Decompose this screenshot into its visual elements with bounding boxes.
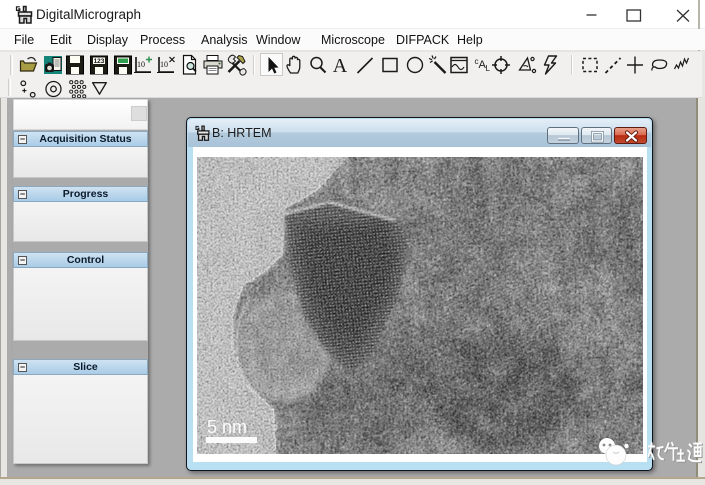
svg-text:123: 123 [94,58,105,65]
svg-text:10: 10 [160,60,168,69]
svg-text:A: A [333,55,348,77]
svg-text:10: 10 [137,60,145,69]
